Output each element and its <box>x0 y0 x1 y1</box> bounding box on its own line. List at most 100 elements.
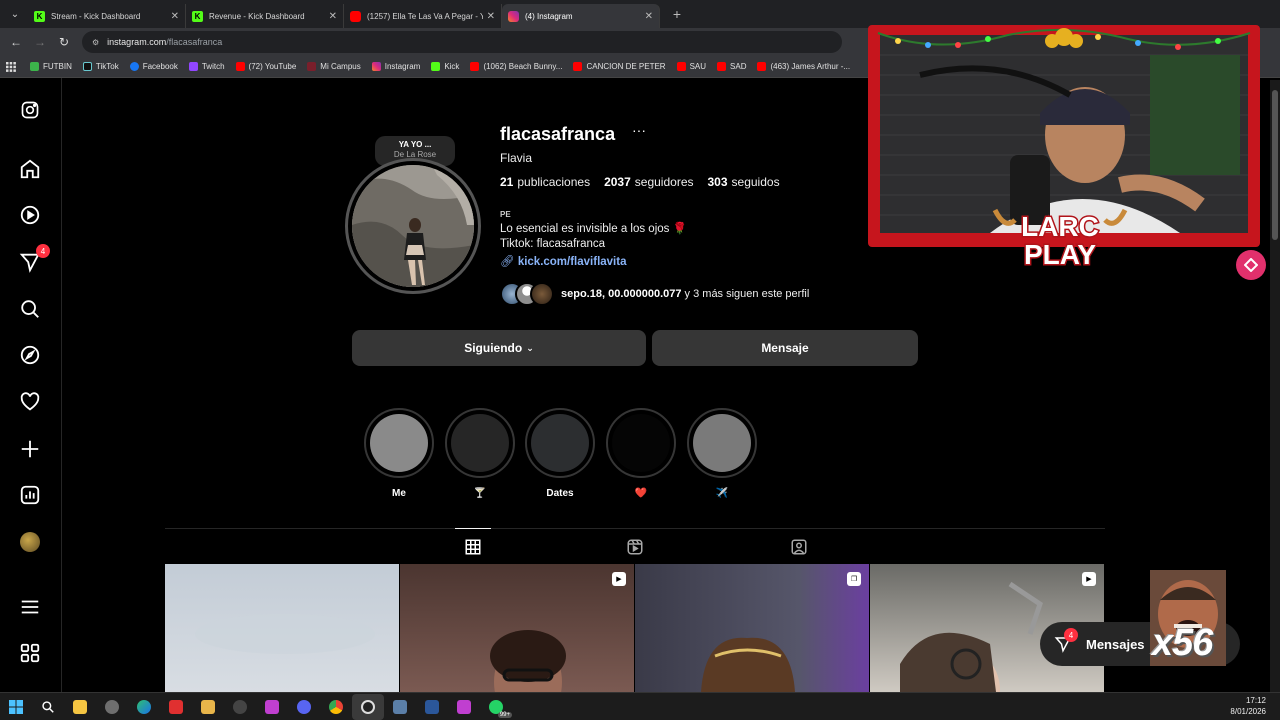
back-icon[interactable]: ← <box>4 30 28 54</box>
tab-reels-icon[interactable] <box>623 535 647 559</box>
clock-date: 8/01/2026 <box>1230 707 1266 716</box>
highlight-plane[interactable]: ✈️ <box>687 408 757 499</box>
bookmark-instagram[interactable]: Instagram <box>371 62 420 71</box>
reload-icon[interactable]: ↻ <box>52 30 76 54</box>
scrollbar-thumb[interactable] <box>1272 90 1278 240</box>
post-thumbnail[interactable]: ▶ <box>400 564 634 692</box>
bookmark-beach-bunny[interactable]: (1062) Beach Bunny... <box>470 62 562 71</box>
kick-icon <box>431 62 441 71</box>
following-stat[interactable]: 303 seguidos <box>708 175 780 189</box>
profile-stats: 21 publicaciones 2037 seguidores 303 seguid… <box>500 175 794 189</box>
system-clock[interactable]: 17:12 8/01/2026 <box>1230 695 1266 717</box>
file-explorer-icon[interactable] <box>192 694 224 720</box>
bookmark-futbin[interactable]: FUTBIN <box>30 62 72 71</box>
menu-icon[interactable] <box>18 595 42 619</box>
search-icon[interactable] <box>18 297 42 321</box>
whatsapp-badge: 99+ <box>497 711 512 718</box>
reels-icon[interactable] <box>18 203 42 227</box>
post-thumbnail[interactable]: ❐ <box>635 564 869 692</box>
bookmark-sad[interactable]: SAD <box>717 62 746 71</box>
app-icon[interactable] <box>224 694 256 720</box>
word-icon[interactable] <box>416 694 448 720</box>
following-button[interactable]: Siguiendo ⌄ <box>352 330 646 366</box>
logo-line-1: LARC <box>1021 211 1099 242</box>
more-apps-icon[interactable] <box>18 641 42 665</box>
bookmark-james-arthur[interactable]: (463) James Arthur -... <box>757 62 850 71</box>
chrome-icon[interactable] <box>320 694 352 720</box>
app-icon[interactable] <box>160 694 192 720</box>
followed-by[interactable]: sepo.18, 00.000000.077 y 3 más siguen es… <box>500 282 809 306</box>
messages-icon[interactable]: 4 <box>18 244 50 274</box>
bookmark-facebook[interactable]: Facebook <box>129 62 178 71</box>
heart-icon[interactable] <box>18 390 42 414</box>
bookmark-twitch[interactable]: Twitch <box>188 62 225 71</box>
bookmark-youtube[interactable]: (72) YouTube <box>235 62 297 71</box>
bookmark-label: (72) YouTube <box>248 62 297 71</box>
search-icon[interactable] <box>32 694 64 720</box>
dashboard-icon[interactable] <box>18 483 42 507</box>
whatsapp-icon[interactable]: 99+ <box>480 694 512 720</box>
tiktok-icon <box>82 62 92 71</box>
bookmark-tiktok[interactable]: TikTok <box>82 62 119 71</box>
create-icon[interactable] <box>18 437 42 461</box>
obs-icon[interactable] <box>352 693 384 720</box>
highlight-cover <box>531 414 589 472</box>
options-icon[interactable]: ··· <box>632 122 646 138</box>
tab-title: Stream - Kick Dashboard <box>51 11 141 21</box>
posts-count: 21 <box>500 175 514 189</box>
bookmark-cancion[interactable]: CANCION DE PETER <box>573 62 666 71</box>
bookmark-kick[interactable]: Kick <box>431 62 459 71</box>
tab-revenue-kick[interactable]: K Revenue - Kick Dashboard ✕ <box>186 4 344 28</box>
post-thumbnail[interactable] <box>165 564 399 692</box>
extension-icon[interactable] <box>1236 250 1266 280</box>
tab-posts-grid-icon[interactable] <box>455 528 491 559</box>
profile-avatar[interactable] <box>345 158 481 294</box>
followers-label: seguidores <box>634 175 694 189</box>
new-tab-button[interactable]: + <box>666 3 688 25</box>
explore-icon[interactable] <box>18 343 42 367</box>
highlight-heart[interactable]: ❤️ <box>606 408 676 499</box>
discord-icon[interactable] <box>288 694 320 720</box>
apps-icon[interactable] <box>6 61 16 72</box>
app-icon[interactable] <box>256 694 288 720</box>
bookmark-label: FUTBIN <box>43 62 72 71</box>
highlight-dates[interactable]: Dates <box>525 408 595 499</box>
bookmark-sau[interactable]: SAU <box>676 62 706 71</box>
close-icon[interactable]: ✕ <box>329 11 337 22</box>
app-icon[interactable] <box>96 694 128 720</box>
tab-search-icon[interactable]: ⌄ <box>2 3 28 25</box>
profile-link[interactable]: 🔗︎ kick.com/flaviflavita <box>500 254 626 268</box>
store-icon[interactable] <box>64 694 96 720</box>
bookmark-label: TikTok <box>95 62 119 71</box>
highlight-me[interactable]: Me <box>364 408 434 499</box>
app-icon[interactable] <box>448 694 480 720</box>
tab-stream-kick[interactable]: K Stream - Kick Dashboard ✕ <box>28 4 186 28</box>
bookmark-mi-campus[interactable]: Mi Campus <box>307 62 361 71</box>
url-input[interactable]: ⚙ instagram.com/flacasafranca <box>82 31 842 53</box>
tab-youtube[interactable]: (1257) Ella Te Las Va A Pegar - Y ✕ <box>344 4 502 28</box>
close-icon[interactable]: ✕ <box>171 11 179 22</box>
start-icon[interactable] <box>0 694 32 720</box>
home-icon[interactable] <box>18 157 42 181</box>
followers-count: 2037 <box>604 175 631 189</box>
profile-avatar-icon[interactable] <box>18 530 42 554</box>
instagram-icon <box>508 10 519 22</box>
tab-tagged-icon[interactable] <box>787 535 811 559</box>
site-info-icon[interactable]: ⚙ <box>92 38 99 47</box>
message-button[interactable]: Mensaje <box>652 330 918 366</box>
profile-full-name: Flavia <box>500 151 533 165</box>
instagram-logo-icon[interactable] <box>18 98 42 122</box>
bookmark-label: Kick <box>444 62 460 71</box>
forward-icon[interactable]: → <box>28 30 52 54</box>
tab-instagram[interactable]: (4) Instagram ✕ <box>502 4 660 28</box>
twitch-icon <box>188 62 198 71</box>
page-scrollbar[interactable] <box>1270 80 1280 692</box>
close-icon[interactable]: ✕ <box>645 11 653 22</box>
close-icon[interactable]: ✕ <box>487 11 495 22</box>
highlight-cocktail[interactable]: 🍸 <box>445 408 515 499</box>
youtube-icon <box>235 62 245 71</box>
followers-stat[interactable]: 2037 seguidores <box>604 175 693 189</box>
calculator-icon[interactable] <box>384 694 416 720</box>
edge-icon[interactable] <box>128 694 160 720</box>
url-path: /flacasafranca <box>166 37 223 47</box>
